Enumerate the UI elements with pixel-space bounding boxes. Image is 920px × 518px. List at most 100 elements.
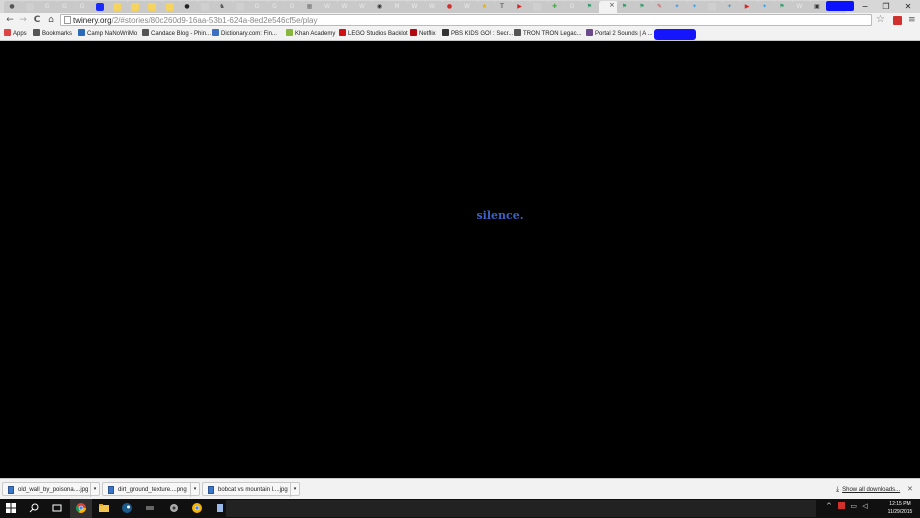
browser-tab[interactable] bbox=[91, 1, 111, 13]
extension-icon[interactable] bbox=[893, 16, 902, 25]
bookmark-star-icon[interactable]: ☆ bbox=[876, 14, 885, 26]
browser-tab[interactable]: ★ bbox=[476, 1, 496, 13]
browser-tab[interactable]: ✦ bbox=[721, 1, 741, 13]
tray-app-icon[interactable] bbox=[838, 502, 846, 509]
bookmark-item[interactable]: Bookmarks bbox=[33, 29, 72, 40]
url-text[interactable]: twinery.org/2/#stories/80c260d9-16aa-53b… bbox=[73, 15, 317, 26]
bookmark-redacted[interactable] bbox=[654, 29, 696, 40]
show-all-downloads[interactable]: ⤓ Show all downloads... bbox=[836, 483, 900, 496]
browser-tab[interactable]: ⚑ bbox=[581, 1, 601, 13]
bookmark-item[interactable]: Netflix bbox=[410, 29, 436, 40]
address-bar[interactable]: twinery.org/2/#stories/80c260d9-16aa-53b… bbox=[60, 14, 872, 26]
browser-tab[interactable] bbox=[109, 1, 128, 13]
browser-tab[interactable]: ✎ bbox=[651, 1, 671, 13]
download-menu-icon[interactable]: ▾ bbox=[290, 483, 299, 497]
bookmark-item[interactable]: Apps bbox=[4, 29, 27, 40]
pencil-icon: ✎ bbox=[656, 3, 663, 10]
close-window-button[interactable]: ✕ bbox=[898, 0, 918, 13]
profile-button[interactable] bbox=[826, 1, 854, 11]
system-clock[interactable]: 12:15 PM 11/29/2015 bbox=[884, 500, 916, 516]
browser-tab[interactable] bbox=[231, 1, 251, 13]
download-item[interactable]: old_wall_by_poisona....jpg ▾ bbox=[2, 482, 100, 497]
browser-tab[interactable]: W bbox=[791, 1, 811, 13]
download-item[interactable]: bobcat vs mountain l....jpg ▾ bbox=[202, 482, 300, 497]
browser-tab[interactable]: G bbox=[56, 1, 76, 13]
browser-tab[interactable]: ● bbox=[179, 1, 198, 13]
taskbar-app[interactable] bbox=[163, 499, 185, 518]
bookmark-item[interactable]: Candace Blog - Phin... bbox=[142, 29, 211, 40]
download-menu-icon[interactable]: ▾ bbox=[90, 483, 99, 497]
browser-tab[interactable]: G bbox=[564, 1, 583, 13]
browser-tab[interactable]: W bbox=[336, 1, 356, 13]
system-tray[interactable]: ^ ▭ ◁ bbox=[826, 502, 868, 515]
browser-tab[interactable]: ▦ bbox=[301, 1, 321, 13]
browser-tab[interactable]: G bbox=[74, 1, 93, 13]
browser-tab[interactable] bbox=[21, 1, 41, 13]
browser-tab[interactable] bbox=[704, 1, 723, 13]
browser-tab[interactable]: M bbox=[389, 1, 408, 13]
browser-tab[interactable]: W bbox=[406, 1, 426, 13]
browser-tab[interactable]: T bbox=[494, 1, 513, 13]
download-menu-icon[interactable]: ▾ bbox=[190, 483, 199, 497]
forward-button[interactable]: → bbox=[17, 14, 29, 26]
start-button[interactable] bbox=[0, 499, 22, 518]
volume-icon[interactable]: ◁ bbox=[862, 502, 867, 510]
bookmark-item[interactable]: PBS KIDS GO! : Secr... bbox=[442, 29, 513, 40]
search-button[interactable] bbox=[23, 499, 45, 518]
back-button[interactable]: ← bbox=[4, 14, 16, 26]
bookmark-item[interactable]: TRON TRON Legac... bbox=[514, 29, 582, 40]
browser-tab[interactable]: ✦ bbox=[686, 1, 706, 13]
browser-tab[interactable]: ● bbox=[441, 1, 461, 13]
close-shelf-button[interactable]: ✕ bbox=[907, 483, 913, 495]
browser-tab[interactable]: W bbox=[319, 1, 338, 13]
bookmark-item[interactable]: Dictionary.com: Fin... bbox=[212, 29, 277, 40]
bookmark-item[interactable]: Camp NaNoWriMo bbox=[78, 29, 137, 40]
network-icon[interactable]: ▭ bbox=[850, 502, 857, 510]
close-tab-icon[interactable]: × bbox=[609, 1, 615, 9]
browser-tab[interactable]: ⚑ bbox=[616, 1, 636, 13]
restore-button[interactable]: ❐ bbox=[876, 0, 896, 13]
download-shelf: old_wall_by_poisona....jpg ▾ dirt_ground… bbox=[0, 478, 920, 499]
browser-tab[interactable]: ✦ bbox=[669, 1, 688, 13]
browser-tab[interactable] bbox=[126, 1, 146, 13]
browser-tab[interactable]: × bbox=[599, 1, 618, 13]
taskbar-steam[interactable] bbox=[116, 499, 138, 518]
browser-tab[interactable]: G bbox=[284, 1, 303, 13]
browser-tab[interactable] bbox=[161, 1, 181, 13]
browser-tab[interactable] bbox=[144, 1, 163, 13]
bookmark-item[interactable]: Khan Academy bbox=[286, 29, 335, 40]
task-view-button[interactable] bbox=[46, 499, 68, 518]
browser-tab[interactable]: ⚑ bbox=[774, 1, 793, 13]
browser-tab[interactable] bbox=[196, 1, 216, 13]
browser-tab[interactable]: ⚑ bbox=[634, 1, 653, 13]
page-info-icon[interactable] bbox=[64, 16, 71, 24]
show-all-downloads-link[interactable]: Show all downloads... bbox=[842, 487, 900, 493]
browser-tab[interactable]: ♞ bbox=[214, 1, 233, 13]
taskbar-app[interactable] bbox=[186, 499, 208, 518]
browser-tab[interactable]: G bbox=[249, 1, 268, 13]
chrome-menu-icon[interactable]: ≡ bbox=[908, 14, 916, 26]
chrome-icon bbox=[76, 503, 86, 513]
browser-tab[interactable]: W bbox=[459, 1, 478, 13]
taskbar-chrome[interactable] bbox=[70, 499, 92, 518]
download-item[interactable]: dirt_ground_texture....png ▾ bbox=[102, 482, 200, 497]
browser-tab[interactable]: ▶ bbox=[739, 1, 758, 13]
tray-overflow-icon[interactable]: ^ bbox=[826, 502, 832, 510]
browser-tab[interactable]: ▶ bbox=[511, 1, 531, 13]
home-button[interactable]: ⌂ bbox=[45, 14, 57, 26]
taskbar-app[interactable] bbox=[139, 499, 161, 518]
taskbar-file-explorer[interactable] bbox=[93, 499, 115, 518]
browser-tab[interactable]: W bbox=[424, 1, 443, 13]
bookmark-item[interactable]: Portal 2 Sounds | A ... bbox=[586, 29, 653, 40]
browser-tab[interactable] bbox=[529, 1, 548, 13]
browser-tab[interactable]: G bbox=[39, 1, 58, 13]
browser-tab[interactable]: ✚ bbox=[546, 1, 566, 13]
browser-tab[interactable]: ✦ bbox=[756, 1, 776, 13]
browser-tab[interactable]: ● bbox=[4, 1, 23, 13]
reload-button[interactable]: C bbox=[31, 14, 43, 26]
minimize-button[interactable]: − bbox=[855, 0, 875, 13]
bookmark-item[interactable]: LEGO Studios Backlot bbox=[339, 29, 408, 40]
browser-tab[interactable]: ◉ bbox=[371, 1, 391, 13]
browser-tab[interactable]: G bbox=[266, 1, 286, 13]
browser-tab[interactable]: W bbox=[354, 1, 373, 13]
